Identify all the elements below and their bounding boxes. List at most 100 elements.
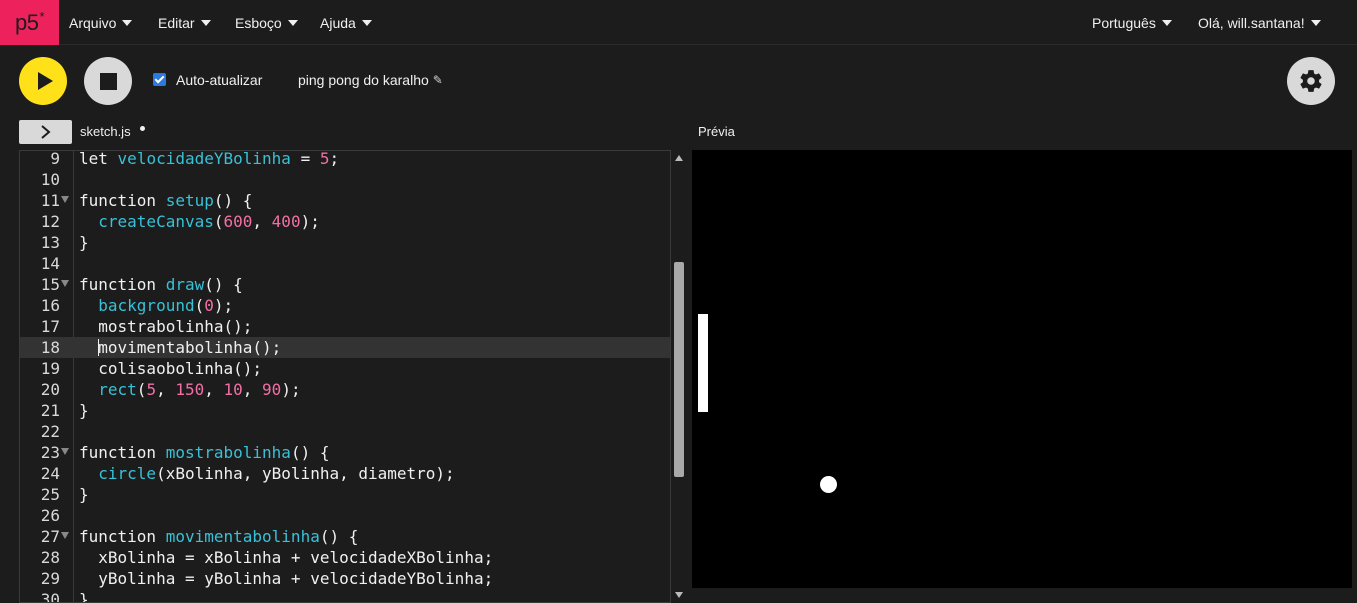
code-line[interactable]: 22 xyxy=(20,421,670,442)
line-number: 19 xyxy=(40,359,60,378)
menu-esboco[interactable]: Esboço xyxy=(235,0,298,45)
code-line[interactable]: 27 function movimentabolinha() { xyxy=(20,526,670,547)
line-number: 14 xyxy=(40,254,60,273)
code-text: function movimentabolinha() { xyxy=(79,527,359,546)
line-number: 11 xyxy=(40,191,60,210)
code-text: xBolinha = xBolinha + velocidadeXBolinha… xyxy=(79,548,494,567)
chevron-down-icon xyxy=(1310,19,1321,26)
menu-ajuda-label: Ajuda xyxy=(320,14,356,31)
toolbar: Auto-atualizar ping pong do karalho ✎ xyxy=(0,45,1357,117)
code-text: circle(xBolinha, yBolinha, diametro); xyxy=(98,464,455,483)
pencil-icon[interactable]: ✎ xyxy=(433,73,443,87)
auto-refresh-label: Auto-atualizar xyxy=(176,72,263,88)
sketch-name[interactable]: ping pong do karalho ✎ xyxy=(298,72,443,88)
code-line[interactable]: 9 let velocidadeYBolinha = 5; xyxy=(20,150,670,169)
code-text: } xyxy=(79,590,89,603)
code-line[interactable]: 13} xyxy=(20,232,670,253)
line-number: 13 xyxy=(40,233,60,252)
code-line[interactable]: 29 yBolinha = yBolinha + velocidadeYBoli… xyxy=(20,568,670,589)
preview-canvas[interactable] xyxy=(692,150,1352,588)
chevron-down-icon xyxy=(1161,19,1172,26)
fold-arrow-icon[interactable] xyxy=(61,196,69,203)
code-line[interactable]: 19 colisaobolinha(); xyxy=(20,358,670,379)
fold-arrow-icon[interactable] xyxy=(61,448,69,455)
gear-icon xyxy=(1300,70,1322,92)
code-text: let velocidadeYBolinha = 5; xyxy=(79,150,340,168)
p5-logo[interactable]: p5* xyxy=(0,0,59,45)
sketch-name-label: ping pong do karalho xyxy=(298,72,429,88)
scroll-thumb[interactable] xyxy=(674,262,684,477)
code-line[interactable]: 25} xyxy=(20,484,670,505)
line-number: 21 xyxy=(40,401,60,420)
menu-esboco-label: Esboço xyxy=(235,14,282,31)
line-number: 9 xyxy=(50,150,60,168)
fold-arrow-icon[interactable] xyxy=(61,532,69,539)
language-menu[interactable]: Português xyxy=(1092,0,1172,45)
code-line[interactable]: 12 createCanvas(600, 400); xyxy=(20,211,670,232)
chevron-right-icon xyxy=(40,125,51,139)
chevron-down-icon xyxy=(361,19,372,26)
line-number: 12 xyxy=(40,212,60,231)
line-number: 26 xyxy=(40,506,60,525)
line-number: 18 xyxy=(40,338,60,357)
fold-arrow-icon[interactable] xyxy=(61,280,69,287)
language-label: Português xyxy=(1092,14,1156,31)
line-number: 25 xyxy=(40,485,60,504)
code-line[interactable]: 14 xyxy=(20,253,670,274)
code-text: } xyxy=(79,233,89,252)
editor-scrollbar[interactable] xyxy=(670,150,686,603)
code-line[interactable]: 17 mostrabolinha(); xyxy=(20,316,670,337)
stop-icon xyxy=(99,72,117,90)
sidebar-toggle-button[interactable] xyxy=(19,120,72,144)
code-line[interactable]: 26 xyxy=(20,505,670,526)
paddle xyxy=(698,314,708,412)
code-text: yBolinha = yBolinha + velocidadeYBolinha… xyxy=(79,569,494,588)
line-number: 29 xyxy=(40,569,60,588)
play-icon xyxy=(37,72,53,90)
code-text: background(0); xyxy=(98,296,234,315)
code-line[interactable]: 30} xyxy=(20,589,670,603)
line-number: 24 xyxy=(40,464,60,483)
line-number: 30 xyxy=(40,590,60,603)
play-button[interactable] xyxy=(19,57,67,105)
file-tab[interactable]: sketch.js xyxy=(80,124,131,139)
menu-editar-label: Editar xyxy=(158,14,195,31)
code-line[interactable]: 16 background(0); xyxy=(20,295,670,316)
chevron-down-icon xyxy=(122,19,133,26)
stop-button[interactable] xyxy=(84,57,132,105)
code-line[interactable]: 11 function setup() { xyxy=(20,190,670,211)
code-line[interactable]: 15 function draw() { xyxy=(20,274,670,295)
code-line[interactable]: 23 function mostrabolinha() { xyxy=(20,442,670,463)
ball xyxy=(820,476,837,493)
code-line[interactable]: 28 xBolinha = xBolinha + velocidadeXBoli… xyxy=(20,547,670,568)
auto-refresh-checkbox[interactable] xyxy=(153,73,166,86)
menu-ajuda[interactable]: Ajuda xyxy=(320,0,372,45)
code-line[interactable]: 18 movimentabolinha(); xyxy=(20,337,670,358)
code-line[interactable]: 21} xyxy=(20,400,670,421)
line-number: 23 xyxy=(40,443,60,462)
menu-arquivo[interactable]: Arquivo xyxy=(69,0,133,45)
settings-button[interactable] xyxy=(1287,57,1335,105)
code-text: createCanvas(600, 400); xyxy=(98,212,320,231)
logo-text: p5* xyxy=(14,9,45,35)
code-text: function setup() { xyxy=(79,191,253,210)
line-number: 10 xyxy=(40,170,60,189)
top-nav: p5* Arquivo Editar Esboço Ajuda Portuguê… xyxy=(0,0,1357,45)
menu-editar[interactable]: Editar xyxy=(158,0,211,45)
code-line[interactable]: 10 xyxy=(20,169,670,190)
line-number: 28 xyxy=(40,548,60,567)
user-menu[interactable]: Olá, will.santana! xyxy=(1198,0,1321,45)
code-text: function mostrabolinha() { xyxy=(79,443,330,462)
code-line[interactable]: 20 rect(5, 150, 10, 90); xyxy=(20,379,670,400)
chevron-down-icon xyxy=(287,19,298,26)
code-line[interactable]: 24 circle(xBolinha, yBolinha, diametro); xyxy=(20,463,670,484)
line-number: 22 xyxy=(40,422,60,441)
chevron-down-icon xyxy=(200,19,211,26)
menu-arquivo-label: Arquivo xyxy=(69,14,117,31)
user-label: Olá, will.santana! xyxy=(1198,14,1305,31)
scroll-up-icon[interactable] xyxy=(675,155,683,161)
unsaved-indicator xyxy=(140,126,145,131)
code-editor[interactable]: 9 let velocidadeYBolinha = 5; 10 11 function… xyxy=(19,150,686,603)
line-number: 15 xyxy=(40,275,60,294)
scroll-down-icon[interactable] xyxy=(675,592,683,598)
